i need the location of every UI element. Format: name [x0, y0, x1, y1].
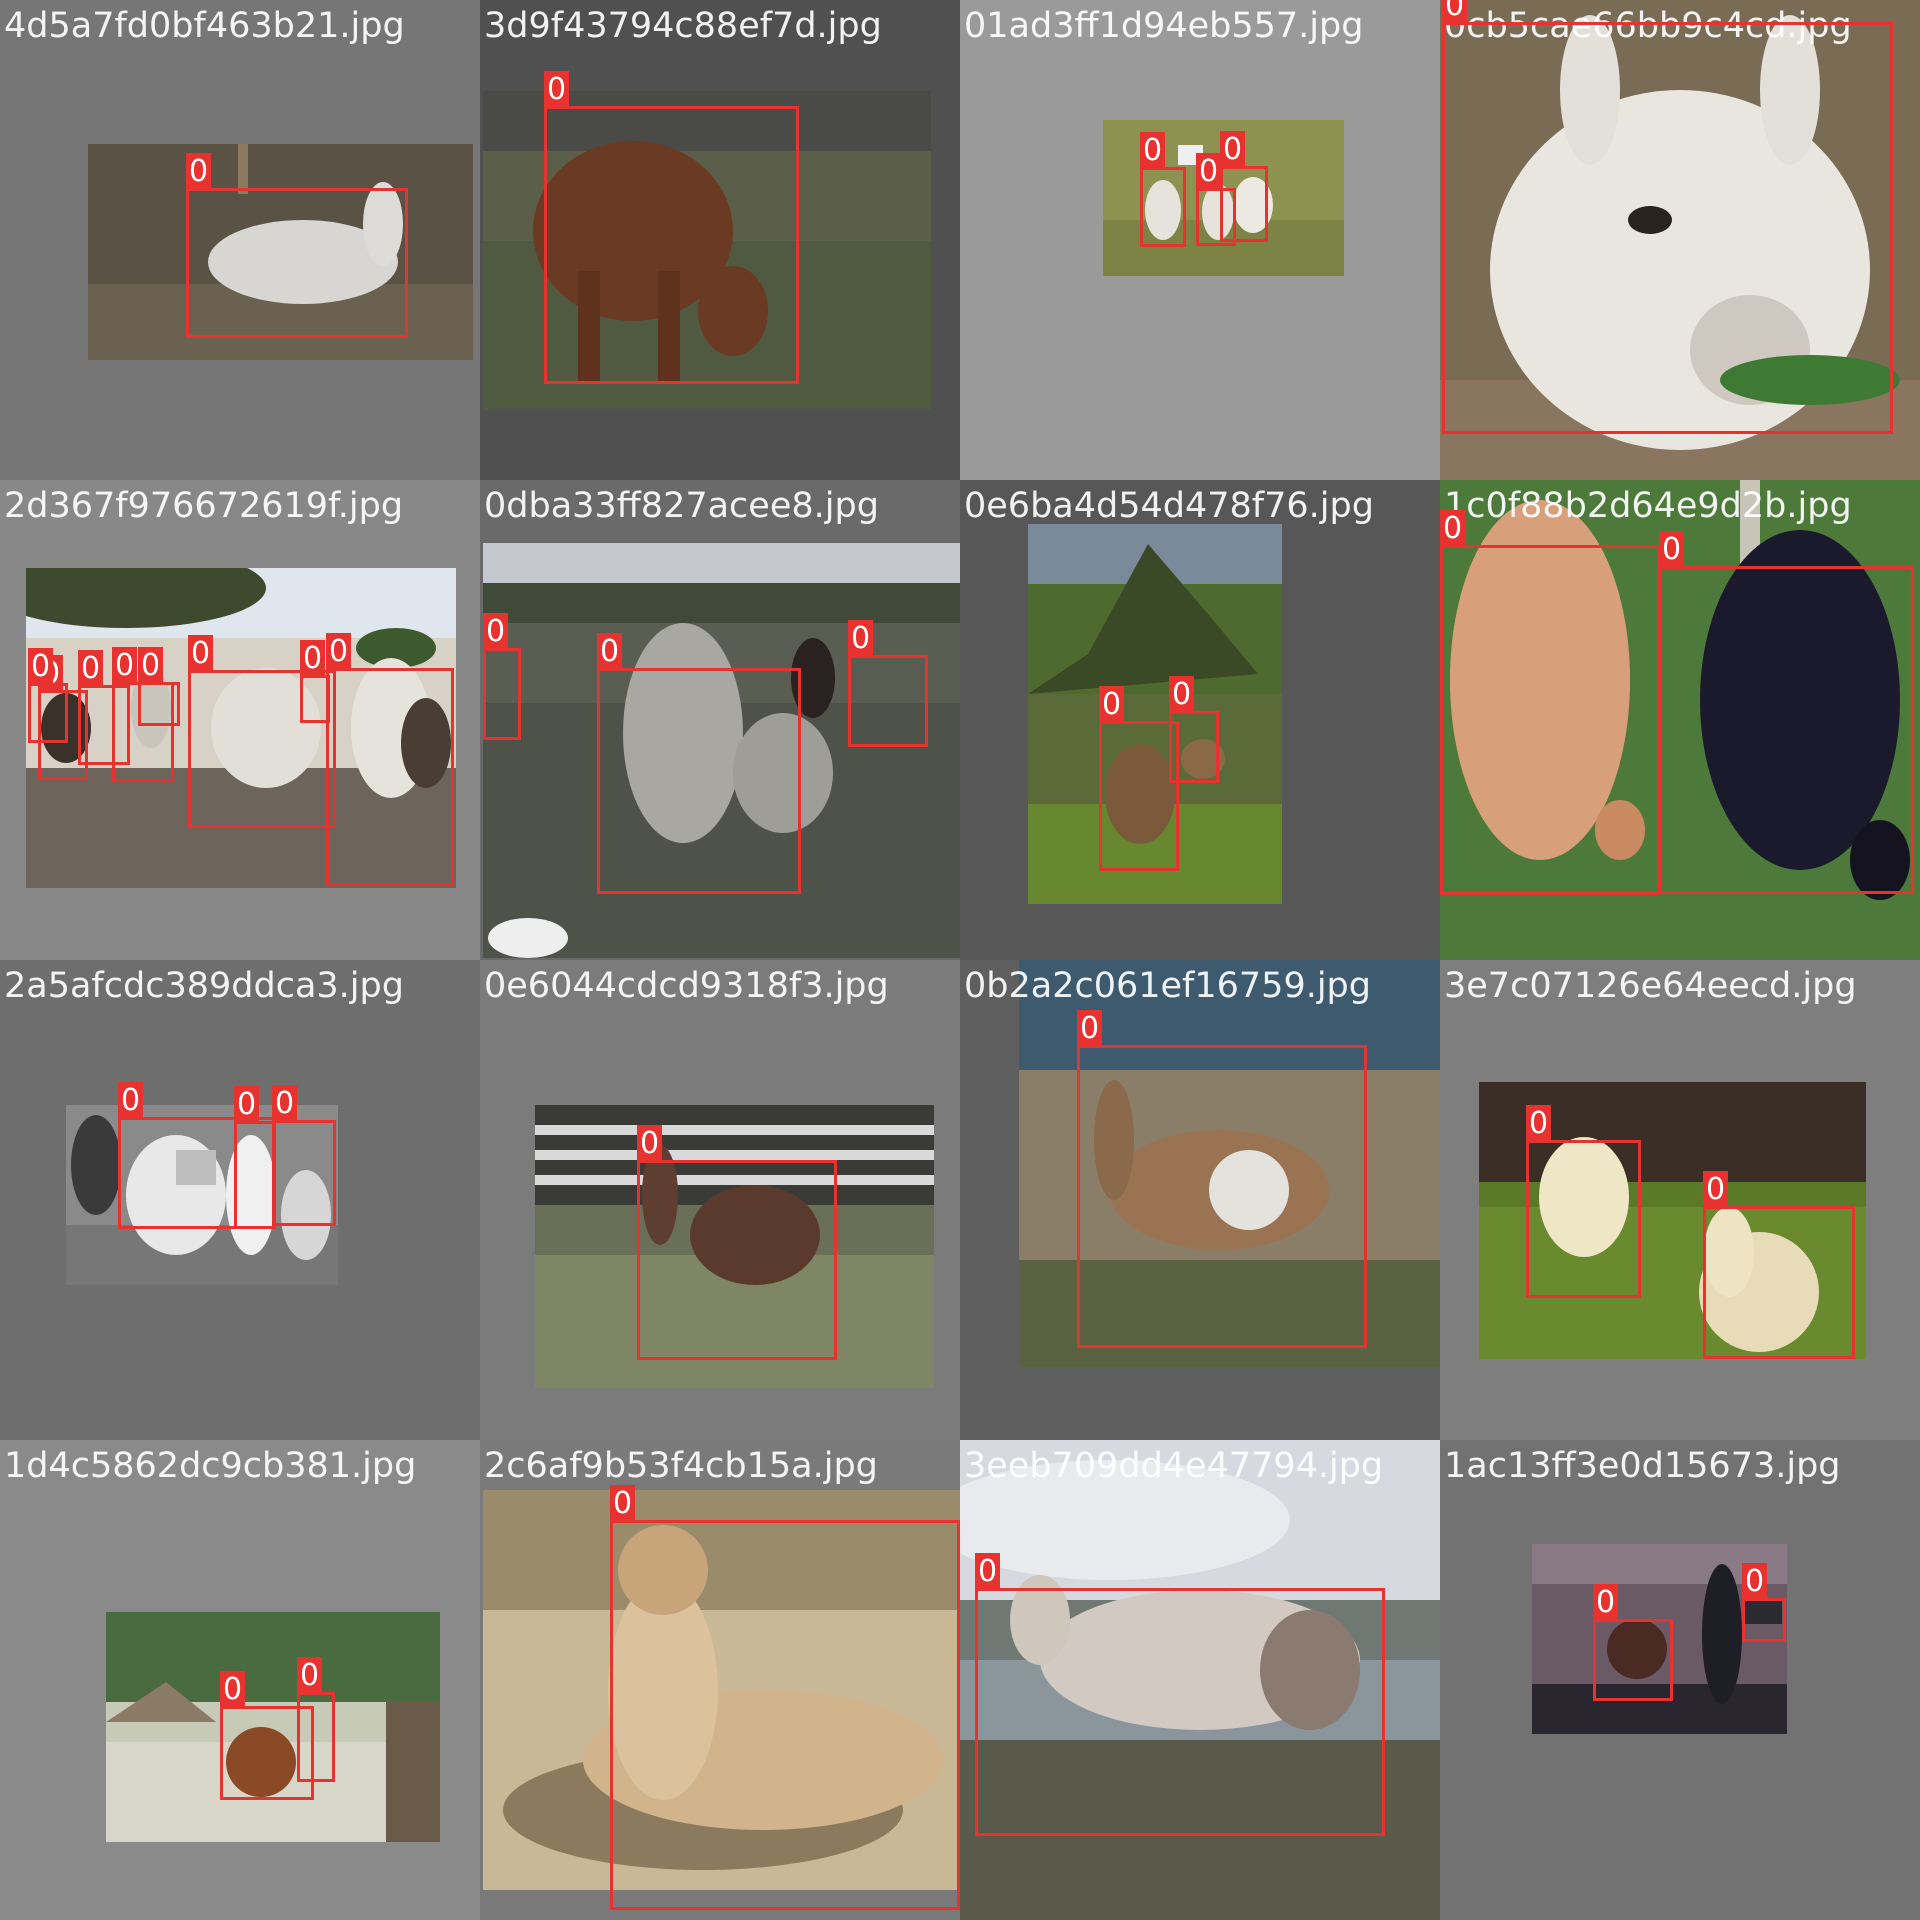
bbox-label: 0: [118, 1082, 144, 1120]
bbox: 0: [326, 633, 454, 886]
tile-filename: 0dba33ff827acee8.jpg: [484, 486, 879, 526]
bbox-label: 0: [138, 647, 164, 685]
bbox-label: 0: [483, 613, 509, 651]
tile-filename: 2d367f976672619f.jpg: [4, 486, 404, 526]
bbox: 0: [848, 620, 928, 747]
tile-filename: 0e6ba4d54d478f76.jpg: [964, 486, 1374, 526]
bbox-label: 0: [220, 1671, 246, 1709]
tile-filename: 1ac13ff3e0d15673.jpg: [1444, 1446, 1841, 1486]
mosaic-grid: 4d5a7fd0bf463b21.jpg 0 3d9f43794c88ef7d.…: [0, 0, 1920, 1920]
bbox-label: 0: [610, 1485, 636, 1523]
tile-14: 3eeb709dd4e47794.jpg 0: [960, 1440, 1440, 1920]
tile-13: 2c6af9b53f4cb15a.jpg 0: [480, 1440, 960, 1920]
tile-3: 0cb5cae66bb9c4cd.jpg 0: [1440, 0, 1920, 480]
bbox-label: 0: [186, 153, 212, 191]
bbox: 0: [1220, 131, 1268, 242]
bbox-label: 0: [188, 635, 214, 673]
bbox: 0: [1440, 510, 1660, 895]
bbox-label: 0: [1099, 686, 1125, 724]
tile-filename: 0b2a2c061ef16759.jpg: [964, 966, 1371, 1006]
bbox: 0: [234, 1086, 276, 1229]
bbox: 0: [637, 1125, 837, 1360]
bbox: 0: [597, 633, 801, 894]
tile-filename: 3e7c07126e64eecd.jpg: [1444, 966, 1857, 1006]
bbox-label: 0: [637, 1125, 663, 1163]
tile-5: 0dba33ff827acee8.jpg 0 0 0: [480, 480, 960, 960]
bbox-label: 0: [1440, 510, 1466, 548]
bbox-label: 0: [1196, 153, 1222, 191]
bbox-label: 0: [234, 1086, 260, 1124]
bbox: 0: [1099, 686, 1179, 871]
bbox: 0: [483, 613, 521, 740]
bbox-label: 0: [28, 648, 54, 686]
bbox-label: 0: [1077, 1010, 1103, 1048]
bbox: 0: [1659, 531, 1914, 894]
bbox-label: 0: [1742, 1563, 1768, 1601]
bbox: 0: [544, 71, 799, 384]
tile-1: 3d9f43794c88ef7d.jpg 0: [480, 0, 960, 480]
bbox-label: 0: [1526, 1105, 1552, 1143]
tile-filename: 3eeb709dd4e47794.jpg: [964, 1446, 1384, 1486]
bbox: 0: [300, 640, 330, 723]
bbox: 0: [297, 1657, 335, 1782]
bbox-label: 0: [1659, 531, 1685, 569]
bbox: 0: [975, 1553, 1385, 1836]
tile-filename: 01ad3ff1d94eb557.jpg: [964, 6, 1364, 46]
bbox: 0: [1077, 1010, 1367, 1348]
bbox-label: 0: [597, 633, 623, 671]
bbox-label: 0: [272, 1085, 298, 1123]
tile-filename: 1d4c5862dc9cb381.jpg: [4, 1446, 417, 1486]
bbox: 0: [1169, 676, 1219, 783]
tile-7: 1c0f88b2d64e9d2b.jpg 0 0: [1440, 480, 1920, 960]
tile-filename: 0e6044cdcd9318f3.jpg: [484, 966, 889, 1006]
tile-filename: 2a5afcdc389ddca3.jpg: [4, 966, 404, 1006]
bbox: 0: [1742, 1563, 1786, 1642]
tile-filename: 2c6af9b53f4cb15a.jpg: [484, 1446, 878, 1486]
bbox-label: 0: [297, 1657, 323, 1695]
bbox: 0: [1703, 1171, 1855, 1359]
bbox: 0: [1140, 132, 1186, 247]
bbox-label: 0: [1220, 131, 1246, 169]
bbox-label: 0: [300, 640, 326, 678]
tile-9: 0e6044cdcd9318f3.jpg 0: [480, 960, 960, 1440]
tile-6: 0e6ba4d54d478f76.jpg 0 0: [960, 480, 1440, 960]
bbox-label: 0: [1140, 132, 1166, 170]
tile-8: 2a5afcdc389ddca3.jpg 0 0 0: [0, 960, 480, 1440]
tile-2: 01ad3ff1d94eb557.jpg 0 0 0: [960, 0, 1440, 480]
bbox-label: 0: [78, 650, 104, 688]
bbox: 0: [1526, 1105, 1641, 1298]
bbox-label: 0: [975, 1553, 1001, 1591]
tile-0: 4d5a7fd0bf463b21.jpg 0: [0, 0, 480, 480]
bbox-label: 0: [1593, 1584, 1619, 1622]
bbox-label: 0: [326, 633, 352, 671]
tile-4: 2d367f976672619f.jpg 0 0 0 0 0 0 0 0: [0, 480, 480, 960]
tile-12: 1d4c5862dc9cb381.jpg 0 0: [0, 1440, 480, 1920]
bbox-label: 0: [1703, 1171, 1729, 1209]
tile-11: 3e7c07126e64eecd.jpg 0 0: [1440, 960, 1920, 1440]
bbox-label: 0: [1169, 676, 1195, 714]
bbox-label: 0: [848, 620, 874, 658]
bbox: 0: [1442, 0, 1893, 434]
bbox: 0: [28, 648, 68, 743]
tile-filename: 1c0f88b2d64e9d2b.jpg: [1444, 486, 1852, 526]
bbox-label: 0: [1442, 0, 1468, 25]
tile-15: 1ac13ff3e0d15673.jpg 0 0: [1440, 1440, 1920, 1920]
bbox: 0: [1593, 1584, 1673, 1701]
bbox: 0: [272, 1085, 336, 1226]
bbox: 0: [186, 153, 408, 338]
bbox: 0: [138, 647, 180, 726]
tile-filename: 3d9f43794c88ef7d.jpg: [484, 6, 882, 46]
tile-10: 0b2a2c061ef16759.jpg 0: [960, 960, 1440, 1440]
bbox: 0: [610, 1485, 960, 1910]
bbox-label: 0: [544, 71, 570, 109]
bbox-label: 0: [112, 647, 138, 685]
tile-filename: 4d5a7fd0bf463b21.jpg: [4, 6, 405, 46]
